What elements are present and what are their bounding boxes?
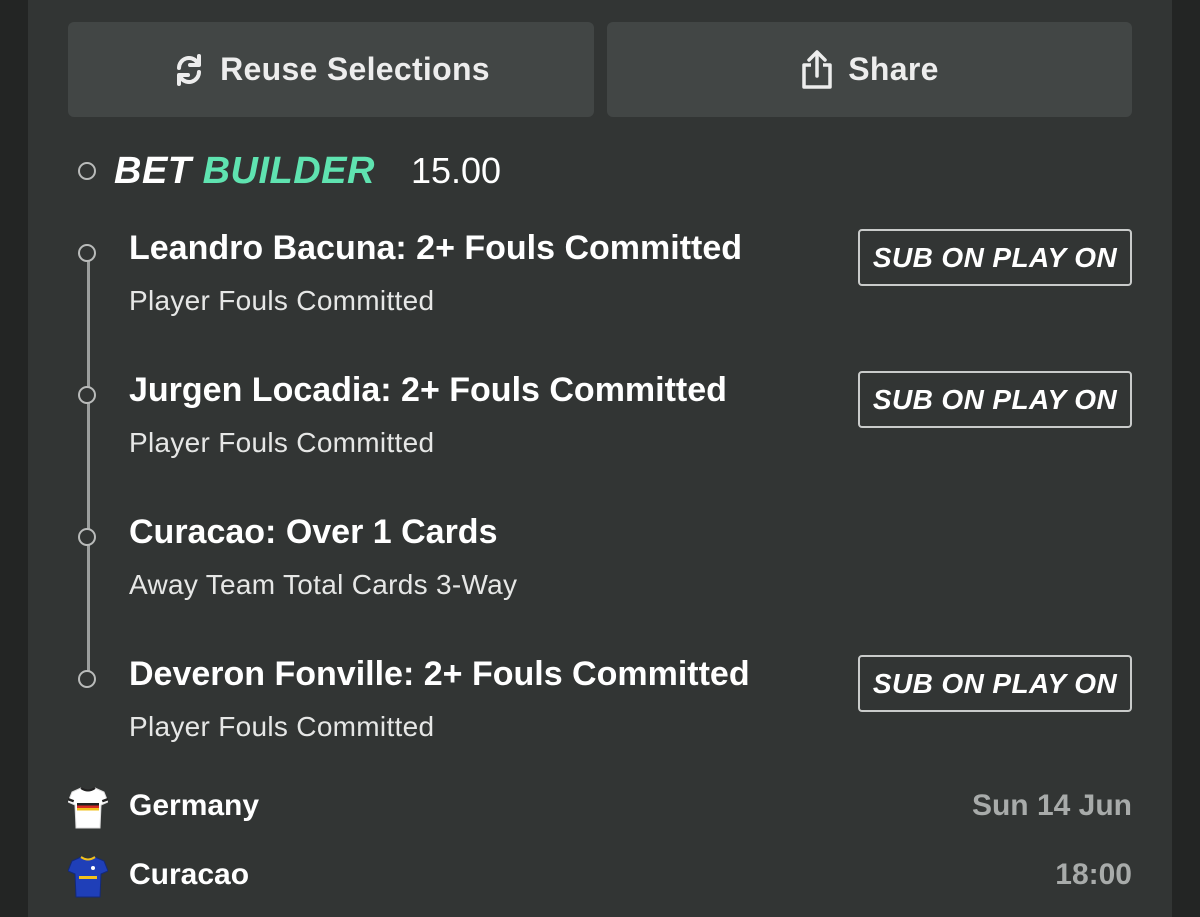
bet-odds: 15.00	[410, 150, 502, 191]
timeline-node-icon	[78, 162, 96, 180]
bet-leg: Deveron Fonville: 2+ Fouls Committed Pla…	[78, 655, 1138, 765]
home-team-row: Germany Sun 14 Jun	[67, 783, 1132, 835]
bet-leg: Jurgen Locadia: 2+ Fouls Committed Playe…	[78, 371, 1138, 481]
timeline-node-icon	[78, 528, 96, 546]
sub-on-play-on-badge: SUB ON PLAY ON	[858, 371, 1132, 428]
leg-selection: Curacao: Over 1 Cards	[129, 513, 498, 551]
away-team-name: Curacao	[129, 858, 250, 891]
germany-shirt-icon	[67, 786, 109, 835]
share-icon	[800, 49, 834, 90]
logo-word-bet: BET	[114, 149, 192, 192]
reuse-selections-button[interactable]: Reuse Selections	[68, 22, 594, 117]
bet-leg: Curacao: Over 1 Cards Away Team Total Ca…	[78, 513, 1138, 623]
sub-on-play-on-badge: SUB ON PLAY ON	[858, 655, 1132, 712]
match-date: Sun 14 Jun	[971, 789, 1132, 822]
leg-market: Player Fouls Committed	[129, 711, 435, 742]
leg-market: Player Fouls Committed	[129, 285, 435, 316]
bet-builder-logo: BET BUILDER	[114, 150, 375, 193]
bet-receipt-panel: Reuse Selections Share BET BUILDER 15.00…	[0, 0, 1200, 917]
match-time: 18:00	[1055, 858, 1132, 891]
leg-market: Away Team Total Cards 3-Way	[129, 569, 518, 600]
leg-selection: Deveron Fonville: 2+ Fouls Committed	[129, 655, 750, 693]
bet-leg: Leandro Bacuna: 2+ Fouls Committed Playe…	[78, 229, 1138, 339]
away-team-row: Curacao 18:00	[67, 852, 1132, 904]
leg-market: Player Fouls Committed	[129, 427, 435, 458]
share-label: Share	[848, 51, 939, 87]
reuse-selections-label: Reuse Selections	[220, 51, 490, 87]
timeline-node-icon	[78, 386, 96, 404]
sub-on-play-on-badge: SUB ON PLAY ON	[858, 229, 1132, 286]
curacao-shirt-icon	[67, 855, 109, 904]
logo-word-builder: BUILDER	[202, 149, 375, 192]
leg-selection: Jurgen Locadia: 2+ Fouls Committed	[129, 371, 727, 409]
share-button[interactable]: Share	[607, 22, 1132, 117]
bet-builder-header: BET BUILDER 15.00	[78, 145, 501, 197]
right-edge-shadow	[1172, 0, 1200, 917]
timeline-node-icon	[78, 670, 96, 688]
timeline-node-icon	[78, 244, 96, 262]
home-team-name: Germany	[129, 789, 260, 822]
refresh-icon	[172, 53, 206, 87]
left-edge-shadow	[0, 0, 28, 917]
leg-selection: Leandro Bacuna: 2+ Fouls Committed	[129, 229, 743, 267]
